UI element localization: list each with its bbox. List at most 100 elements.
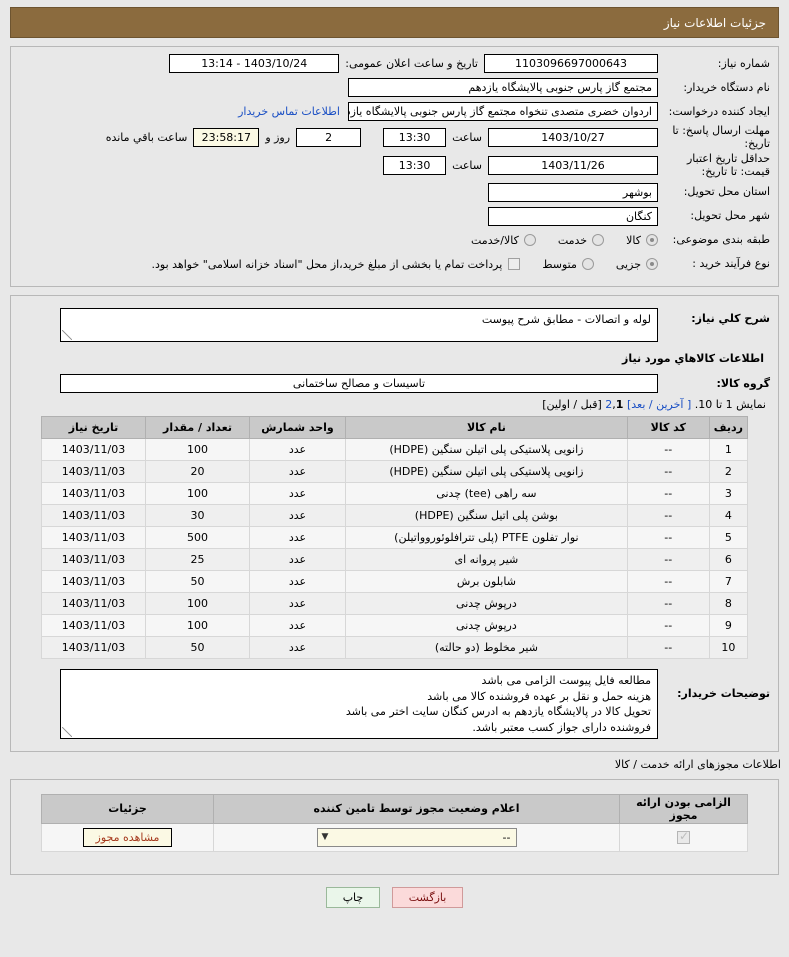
goods-cell-date: 1403/11/03 [41,613,146,637]
goods-cell-qty: 50 [145,569,250,593]
permits-table: الزامی بودن ارائه مجوز اعلام وضعیت مجوز … [41,793,748,852]
goods-section-title: اطلاعات کالاهاي مورد نیاز [622,351,764,365]
permit-status-select[interactable]: ▼ -- [316,827,517,847]
goods-cell-date: 1403/11/03 [41,503,146,527]
row-buyer-notes: توضیحات خریدار: مطالعه فایل پیوست الزامی… [19,668,770,739]
goods-table-body: 1 -- زانویی پلاستیکی پلی اتیلن سنگین (HDPE… [41,437,749,659]
permits-table-row: ▼ -- مشاهده مجوز [41,822,748,852]
goods-cell-code: -- [626,635,710,659]
deadline-time-value: 13:30 [383,128,447,148]
goods-cell-date: 1403/11/03 [41,525,146,549]
goods-cell-unit: عدد [249,459,346,483]
process-option-motavaset[interactable]: متوسط [542,258,594,271]
goods-cell-name: درپوش چدنی [345,591,628,615]
summary-value: لوله و اتصالات - مطابق شرح پیوست [60,307,658,342]
pager-last-next[interactable]: [ آخرین / بعد] [627,398,691,411]
city-value: کنگان [488,206,658,226]
announce-value: 1403/10/24 - 13:14 [169,54,340,73]
classification-option-kala-khedmat[interactable]: کالا/خدمت [471,234,536,247]
classification-option-khedmat[interactable]: خدمت [557,233,605,247]
radio-icon-khedmat[interactable] [592,234,605,247]
permit-required-checkbox-icon [677,829,690,844]
print-button[interactable]: چاپ [325,886,381,908]
treasury-checkbox[interactable] [508,258,521,271]
goods-cell-code: -- [626,525,710,549]
radio-icon-motavaset[interactable] [581,258,594,271]
validity-time-value: 13:30 [383,156,447,176]
goods-cell-qty: 50 [145,635,250,659]
goods-cell-name: شیر پروانه ای [345,547,628,571]
goods-cell-radif: 4 [708,503,749,527]
goods-table-wrapper: ردیف کد کالا نام کالا واحد شمارش تعداد /… [19,415,770,659]
requester-label: ایجاد کننده درخواست: [668,104,770,118]
pager-prev-first: [قبل / اولین] [542,397,602,411]
goods-cell-unit: عدد [249,437,346,461]
goods-panel: شرح کلي نیاز: لوله و اتصالات - مطابق شرح… [10,294,779,752]
deadline-time-label: ساعت [452,131,482,145]
days-remaining-value: 2 [296,128,362,148]
goods-cell-qty: 100 [145,613,250,637]
goods-group-value: تاسیسات و مصالح ساختمانی [60,373,658,393]
radio-icon-kala-khedmat[interactable] [523,234,536,247]
goods-cell-code: -- [626,481,710,505]
radio-icon-kala[interactable] [646,234,658,247]
buyer-contact-link[interactable]: اطلاعات تماس خریدار [230,105,348,118]
goods-cell-unit: عدد [249,591,346,615]
process-option-motavaset-label: متوسط [542,257,577,271]
permit-status-cell: ▼ -- [213,822,620,852]
row-classification: طبقه بندی موضوعی: کالا خدمت کالا/خدمت [19,230,770,251]
table-row: 7 -- شابلون برش عدد 50 1403/11/03 [41,569,749,593]
permits-panel: الزامی بودن ارائه مجوز اعلام وضعیت مجوز … [10,778,779,875]
goods-cell-date: 1403/11/03 [41,591,146,615]
goods-cell-unit: عدد [249,547,346,571]
validity-label: حداقل تاریخ اعتبار قیمت: تا تاریخ: [686,152,770,178]
validity-date-value: 1403/11/26 [488,156,658,176]
classification-option-kala[interactable]: کالا [626,234,658,247]
permit-status-value: -- [502,830,511,844]
table-row: 2 -- زانویی پلاستیکی پلی اتیلن سنگین (HDPE… [41,459,749,483]
notes-line: هزینه حمل و نقل بر عهده فروشنده کالا می … [427,689,651,703]
goods-cell-name: بوشن پلی اتیل سنگین (HDPE) [345,503,628,527]
goods-pagination: نمایش 1 تا 10. [ آخرین / بعد] 2,1 [قبل /… [542,397,766,411]
goods-cell-date: 1403/11/03 [41,569,146,593]
permits-section-title: اطلاعات مجوزهای ارائه خدمت / کالا [614,757,781,771]
goods-cell-code: -- [626,613,710,637]
process-option-jozei[interactable]: جزیی [616,258,658,271]
goods-cell-unit: عدد [249,503,346,527]
goods-group-label: گروه کالا: [716,376,770,390]
classification-option-kala-label: کالا [626,233,641,247]
need-info-panel: شماره نیاز: 1103096697000643 تاریخ و ساع… [10,46,779,287]
notes-line: مطالعه فایل پیوست الزامی می باشد [481,673,651,687]
goods-table-header-row: ردیف کد کالا نام کالا واحد شمارش تعداد /… [41,415,749,439]
radio-icon-jozei[interactable] [646,258,658,271]
goods-cell-unit: عدد [249,569,346,593]
page-title: جزئیات اطلاعات نیاز [10,7,779,38]
permit-details-cell: مشاهده مجوز [41,822,214,852]
permits-table-wrapper: الزامی بودن ارائه مجوز اعلام وضعیت مجوز … [19,786,770,866]
announce-label: تاریخ و ساعت اعلان عمومی: [345,57,478,70]
goods-cell-radif: 2 [708,459,749,483]
buyer-org-label: نام دستگاه خریدار: [683,80,770,94]
row-province: استان محل تحویل: بوشهر [19,182,770,203]
goods-cell-date: 1403/11/03 [41,547,146,571]
back-button[interactable]: بازگشت [391,886,464,908]
col-name: نام کالا [345,415,628,439]
view-permit-button[interactable]: مشاهده مجوز [82,827,173,847]
classification-option-khedmat-label: خدمت [557,233,588,247]
goods-cell-radif: 3 [708,481,749,505]
province-label: استان محل تحویل: [683,185,770,199]
goods-cell-name: زانویی پلاستیکی پلی اتیلن سنگین (HDPE) [345,437,628,461]
notes-value: مطالعه فایل پیوست الزامی می باشد هزینه حم… [60,668,658,739]
col-unit: واحد شمارش [249,415,346,439]
goods-cell-unit: عدد [249,635,346,659]
goods-cell-code: -- [626,547,710,571]
goods-cell-code: -- [626,437,710,461]
goods-cell-date: 1403/11/03 [41,481,146,505]
row-response-deadline: مهلت ارسال پاسخ: تا تاریخ: 1403/10/27 سا… [19,124,770,150]
row-process-type: نوع فرآیند خرید : جزیی متوسط پرداخت تمام… [19,254,770,275]
goods-cell-date: 1403/11/03 [41,635,146,659]
goods-cell-name: درپوش چدنی [345,613,628,637]
row-goods-group: گروه کالا: تاسیسات و مصالح ساختمانی [19,373,770,394]
buyer-org-value: مجتمع گاز پارس جنوبی پالایشگاه یازدهم [348,78,658,97]
validity-time-label: ساعت [452,159,482,173]
